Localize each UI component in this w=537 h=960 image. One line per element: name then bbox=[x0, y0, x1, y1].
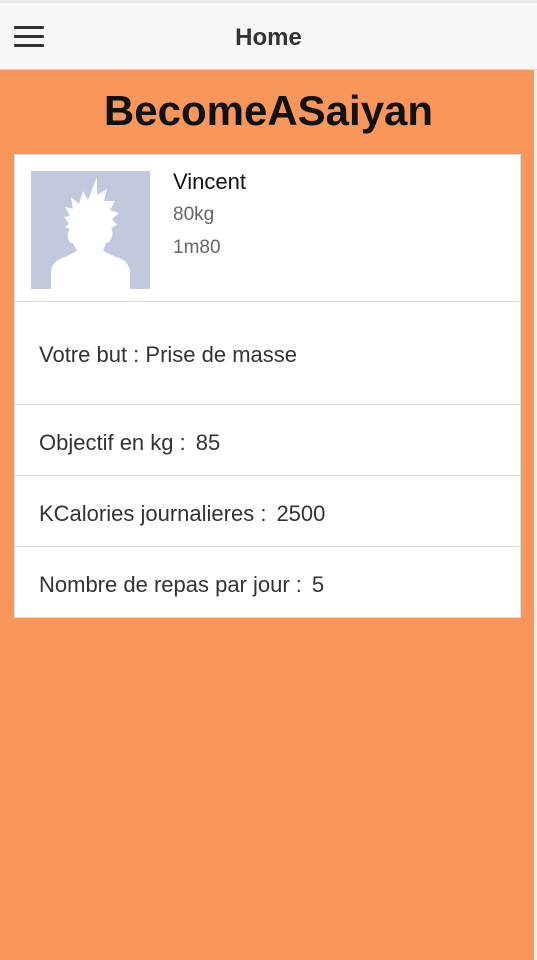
user-name: Vincent bbox=[173, 169, 246, 194]
user-weight: 80kg bbox=[173, 204, 215, 225]
meals-per-day-label: Nombre de repas par jour : bbox=[39, 572, 302, 597]
avatar[interactable] bbox=[31, 171, 150, 289]
meals-per-day-row[interactable]: Nombre de repas par jour : 5 bbox=[14, 546, 521, 618]
app-screen: Home BecomeASaiyan Vincent 80kg 1m80 Vot… bbox=[0, 0, 537, 960]
meals-per-day-value: 5 bbox=[311, 572, 325, 597]
daily-kcal-text: KCalories journalieres : 2500 bbox=[39, 501, 325, 527]
saiyan-silhouette-icon bbox=[51, 177, 130, 289]
daily-kcal-label: KCalories journalieres : bbox=[39, 501, 267, 526]
goal-label: Votre but : Prise de masse bbox=[39, 342, 298, 367]
top-bar: Home bbox=[0, 0, 537, 70]
app-title: BecomeASaiyan bbox=[103, 87, 434, 134]
meals-per-day-text: Nombre de repas par jour : 5 bbox=[39, 572, 324, 598]
daily-kcal-value: 2500 bbox=[276, 501, 326, 526]
objective-kg-label: Objectif en kg : bbox=[39, 430, 186, 455]
goal-row[interactable]: Votre but : Prise de masse bbox=[14, 301, 521, 405]
user-height: 1m80 bbox=[173, 237, 221, 258]
daily-kcal-row[interactable]: KCalories journalieres : 2500 bbox=[14, 475, 521, 547]
profile-card[interactable]: Vincent 80kg 1m80 bbox=[14, 154, 521, 302]
objective-kg-value: 85 bbox=[195, 430, 221, 455]
objective-kg-row[interactable]: Objectif en kg : 85 bbox=[14, 404, 521, 476]
objective-kg-text: Objectif en kg : 85 bbox=[39, 430, 220, 456]
topbar-title: Home bbox=[235, 24, 302, 51]
